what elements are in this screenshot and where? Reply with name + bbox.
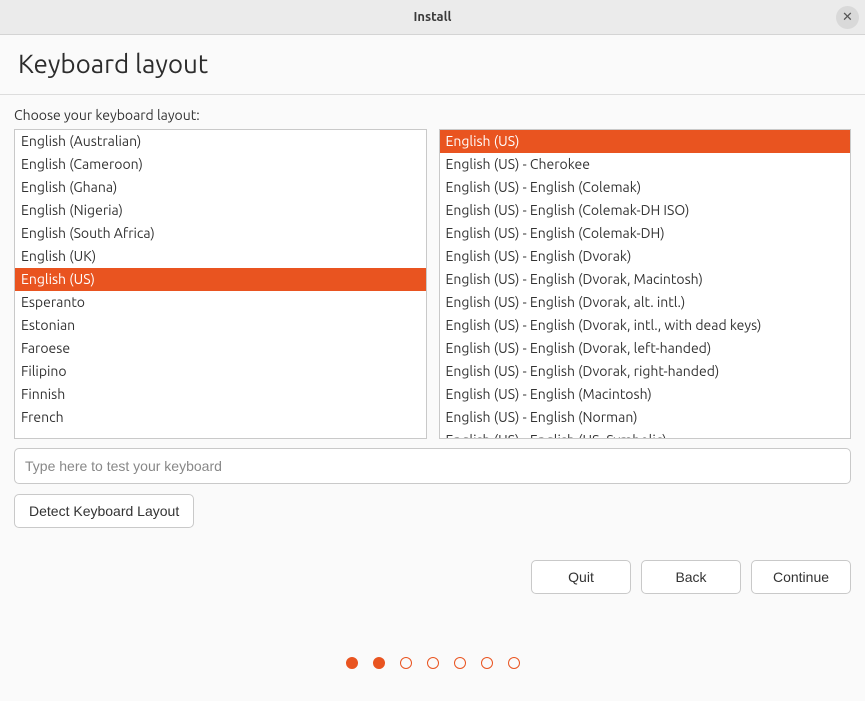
close-icon: ✕ [842, 10, 853, 25]
instruction-label: Choose your keyboard layout: [14, 107, 851, 123]
layout-item[interactable]: English (Ghana) [15, 176, 426, 199]
variant-item[interactable]: English (US) - English (Dvorak, right-ha… [440, 360, 851, 383]
page-header: Keyboard layout [0, 35, 865, 95]
variant-item[interactable]: English (US) - English (Colemak-DH ISO) [440, 199, 851, 222]
layout-item[interactable]: English (Nigeria) [15, 199, 426, 222]
layout-item[interactable]: Estonian [15, 314, 426, 337]
layout-item[interactable]: English (Cameroon) [15, 153, 426, 176]
progress-dots [0, 633, 865, 701]
layout-listbox[interactable]: English (Australian)English (Cameroon)En… [14, 129, 427, 439]
variant-item[interactable]: English (US) [440, 130, 851, 153]
nav-buttons: Quit Back Continue [14, 560, 851, 594]
titlebar: Install ✕ [0, 0, 865, 35]
variant-item[interactable]: English (US) - English (Colemak-DH) [440, 222, 851, 245]
variant-item[interactable]: English (US) - English (Macintosh) [440, 383, 851, 406]
layout-item[interactable]: English (South Africa) [15, 222, 426, 245]
variant-item[interactable]: English (US) - Cherokee [440, 153, 851, 176]
variant-listbox[interactable]: English (US)English (US) - CherokeeEngli… [439, 129, 852, 439]
layout-lists: English (Australian)English (Cameroon)En… [14, 129, 851, 439]
layout-item[interactable]: Finnish [15, 383, 426, 406]
detect-layout-button[interactable]: Detect Keyboard Layout [14, 494, 194, 528]
progress-dot [508, 657, 520, 669]
variant-item[interactable]: English (US) - English (Dvorak, alt. int… [440, 291, 851, 314]
layout-item[interactable]: Filipino [15, 360, 426, 383]
variant-item[interactable]: English (US) - English (US, Symbolic) [440, 429, 851, 439]
keyboard-test-input[interactable] [14, 448, 851, 484]
back-button[interactable]: Back [641, 560, 741, 594]
progress-dot [400, 657, 412, 669]
page-title: Keyboard layout [18, 49, 847, 78]
progress-dot [454, 657, 466, 669]
variant-item[interactable]: English (US) - English (Dvorak, intl., w… [440, 314, 851, 337]
layout-item[interactable]: English (US) [15, 268, 426, 291]
variant-item[interactable]: English (US) - English (Dvorak, Macintos… [440, 268, 851, 291]
window-title: Install [414, 10, 452, 24]
layout-item[interactable]: Esperanto [15, 291, 426, 314]
continue-button[interactable]: Continue [751, 560, 851, 594]
quit-button[interactable]: Quit [531, 560, 631, 594]
variant-item[interactable]: English (US) - English (Colemak) [440, 176, 851, 199]
progress-dot [427, 657, 439, 669]
variant-item[interactable]: English (US) - English (Norman) [440, 406, 851, 429]
variant-item[interactable]: English (US) - English (Dvorak, left-han… [440, 337, 851, 360]
layout-item[interactable]: Faroese [15, 337, 426, 360]
progress-dot [346, 657, 358, 669]
main-content: Choose your keyboard layout: English (Au… [0, 95, 865, 633]
progress-dot [373, 657, 385, 669]
close-button[interactable]: ✕ [836, 6, 859, 29]
progress-dot [481, 657, 493, 669]
layout-item[interactable]: English (UK) [15, 245, 426, 268]
layout-item[interactable]: French [15, 406, 426, 429]
variant-item[interactable]: English (US) - English (Dvorak) [440, 245, 851, 268]
layout-item[interactable]: English (Australian) [15, 130, 426, 153]
